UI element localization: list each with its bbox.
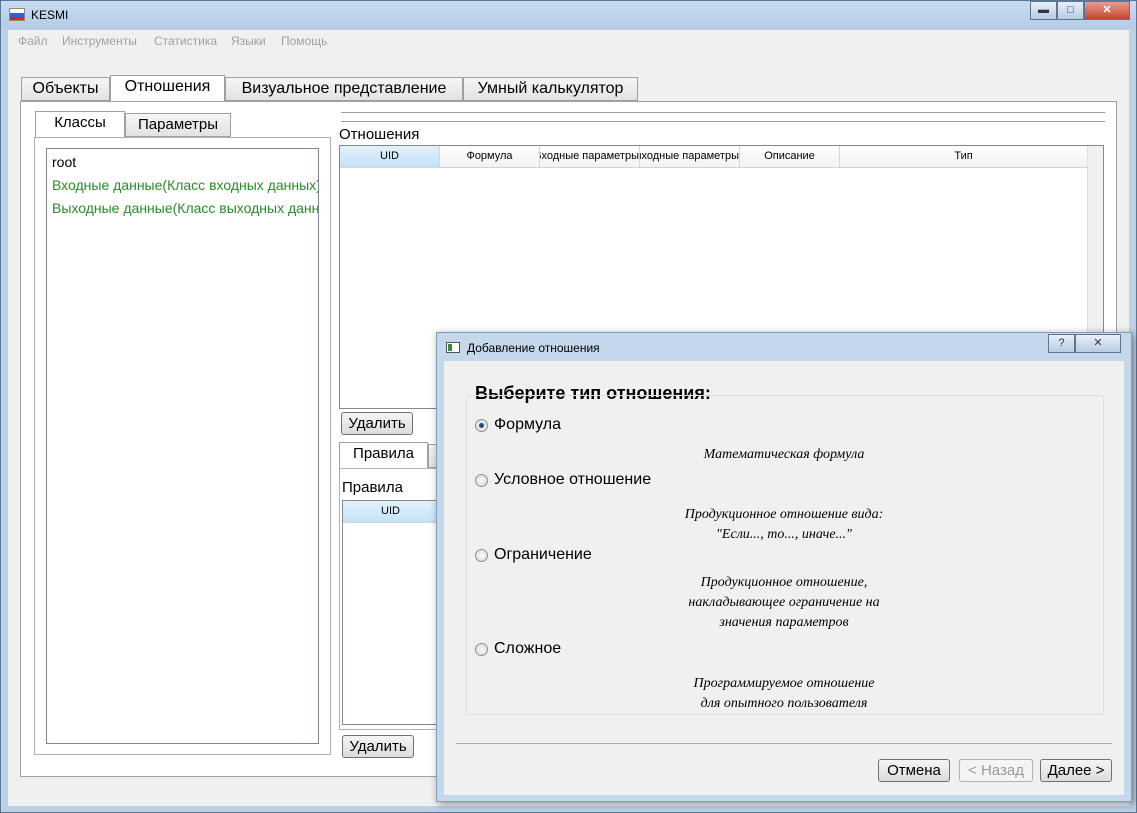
radio-constraint[interactable]: [475, 549, 488, 562]
add-relation-dialog: Добавление отношения ? ✕ Выберите тип от…: [436, 332, 1132, 802]
menu-languages[interactable]: Языки: [231, 34, 266, 48]
menu-help[interactable]: Помощь: [281, 34, 327, 48]
help-button[interactable]: ?: [1048, 334, 1075, 353]
delete-rule-button[interactable]: Удалить: [342, 735, 414, 758]
col-uid[interactable]: UID: [343, 501, 439, 522]
radio-complex-label[interactable]: Сложное: [494, 640, 561, 658]
next-button[interactable]: Далее >: [1040, 759, 1112, 782]
window-title: KESMI: [31, 8, 69, 22]
minimize-button[interactable]: ▬: [1030, 1, 1057, 20]
tab-rules[interactable]: Правила: [339, 442, 428, 468]
relations-title: Отношения: [339, 126, 420, 143]
conditional-description: Продукционное отношение вида: "Если..., …: [684, 507, 884, 542]
menu-tools[interactable]: Инструменты: [62, 34, 137, 48]
col-formula[interactable]: Формула: [440, 146, 540, 167]
radio-complex[interactable]: [475, 643, 488, 656]
dialog-body: Выберите тип отношения: Формула Математи…: [444, 361, 1124, 795]
constraint-description: Продукционное отношение, накладывающее о…: [688, 575, 880, 630]
title-bar[interactable]: KESMI ▬ □ ✕: [1, 1, 1136, 29]
close-button[interactable]: ✕: [1084, 1, 1130, 20]
radio-formula-label[interactable]: Формула: [494, 416, 561, 434]
dialog-title: Добавление отношения: [467, 341, 600, 355]
tab-classes[interactable]: Классы: [35, 111, 125, 137]
window-icon: [446, 342, 460, 353]
class-item[interactable]: Выходные данные(Класс выходных данных): [52, 200, 318, 216]
class-item[interactable]: root: [52, 154, 76, 170]
tab-relations[interactable]: Отношения: [110, 75, 225, 101]
cancel-button[interactable]: Отмена: [878, 759, 950, 782]
radio-conditional[interactable]: [475, 474, 488, 487]
delete-relation-button[interactable]: Удалить: [341, 412, 413, 435]
radio-constraint-label[interactable]: Ограничение: [494, 546, 592, 564]
col-input-params[interactable]: Входные параметры: [540, 146, 640, 167]
radio-formula[interactable]: [475, 419, 488, 432]
tab-objects[interactable]: Объекты: [21, 77, 110, 101]
russian-flag-icon: [9, 8, 25, 21]
col-type[interactable]: Тип: [840, 146, 1087, 167]
menu-statistics[interactable]: Статистика: [154, 34, 217, 48]
col-uid[interactable]: UID: [340, 146, 440, 167]
col-description[interactable]: Описание: [740, 146, 840, 167]
maximize-button[interactable]: □: [1057, 1, 1084, 20]
menu-bar: Файл Инструменты Статистика Языки Помощь: [8, 30, 1129, 52]
tab-parameters[interactable]: Параметры: [125, 113, 231, 137]
separator: [341, 121, 1105, 122]
menu-file[interactable]: Файл: [18, 34, 48, 48]
classes-pane: root Входные данные(Класс входных данных…: [34, 137, 331, 755]
dialog-close-button[interactable]: ✕: [1075, 334, 1121, 353]
class-tree[interactable]: root Входные данные(Класс входных данных…: [46, 148, 319, 744]
tab-visual[interactable]: Визуальное представление: [225, 77, 463, 101]
relations-header: UID Формула Входные параметры Выходные п…: [340, 146, 1087, 168]
rules-title: Правила: [342, 479, 403, 496]
complex-description: Программируемое отношение для опытного п…: [693, 676, 875, 711]
separator: [341, 112, 1105, 113]
formula-description: Математическая формула: [703, 447, 865, 462]
col-output-params[interactable]: Выходные параметры: [640, 146, 740, 167]
tab-calculator[interactable]: Умный калькулятор: [463, 77, 638, 101]
class-item[interactable]: Входные данные(Класс входных данных): [52, 177, 318, 193]
separator: [456, 743, 1112, 744]
radio-conditional-label[interactable]: Условное отношение: [494, 471, 651, 489]
back-button[interactable]: < Назад: [959, 759, 1033, 782]
